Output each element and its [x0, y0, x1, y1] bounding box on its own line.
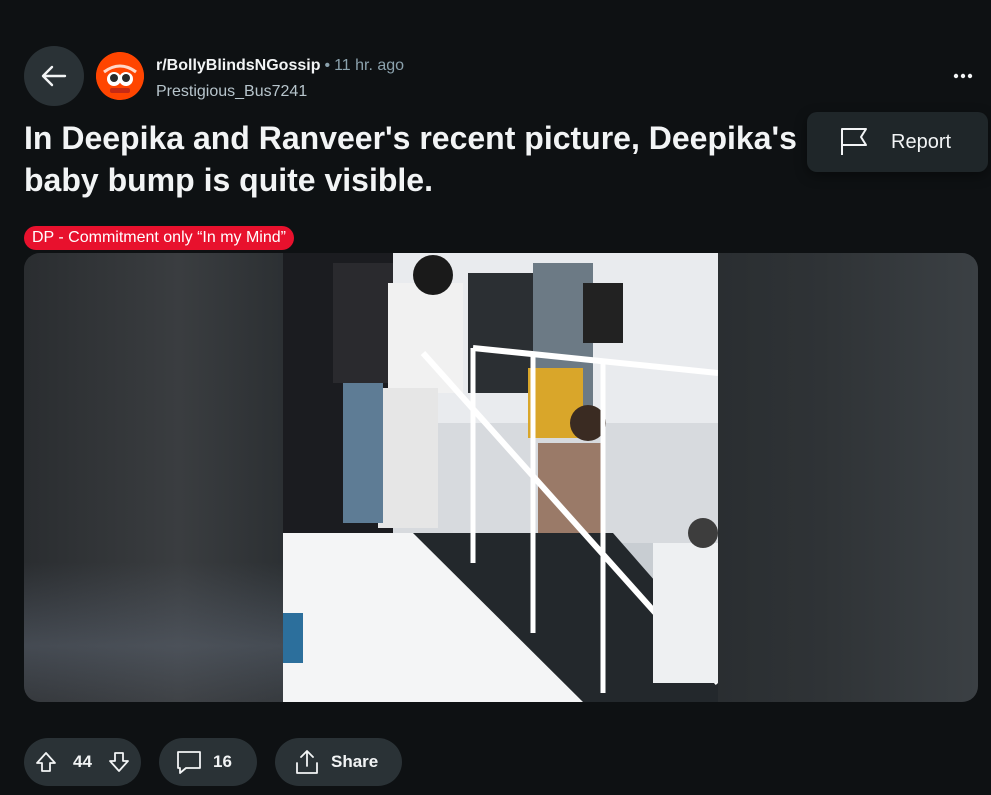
comment-count: 16	[213, 752, 232, 771]
arrow-up-icon	[36, 752, 56, 772]
post-meta: r/BollyBlindsNGossip • 11 hr. ago Prestigi…	[156, 54, 404, 104]
share-icon	[293, 748, 321, 776]
more-options-button[interactable]	[947, 60, 979, 92]
media-blur-left	[24, 253, 283, 702]
post-flair[interactable]: DP - Commitment only “In my Mind”	[24, 226, 294, 250]
vote-control: 44	[24, 738, 141, 786]
ellipsis-icon	[953, 73, 973, 79]
ferry-photo-illustration	[283, 253, 721, 702]
post-image[interactable]	[283, 253, 721, 702]
speech-bubble-icon	[175, 748, 203, 776]
share-label: Share	[331, 752, 379, 771]
downvote-button[interactable]	[107, 750, 131, 774]
comments-button[interactable]: 16	[159, 738, 257, 786]
flag-icon	[839, 127, 871, 157]
back-button[interactable]	[24, 46, 84, 106]
post-time: 11 hr. ago	[334, 57, 405, 74]
meta-separator: •	[324, 57, 331, 74]
subreddit-logo-icon	[96, 52, 144, 100]
subreddit-avatar[interactable]	[96, 52, 144, 100]
upvote-button[interactable]	[34, 750, 58, 774]
vote-count: 44	[73, 752, 92, 771]
subreddit-name-link[interactable]: r/BollyBlindsNGossip	[156, 57, 320, 74]
post-media[interactable]	[24, 253, 978, 702]
media-blur-right	[718, 253, 978, 702]
report-menu-item[interactable]: Report	[807, 112, 988, 172]
author-username-link[interactable]: Prestigious_Bus7241	[156, 80, 404, 104]
arrow-left-icon	[38, 60, 70, 92]
post-title: In Deepika and Ranveer's recent picture,…	[24, 120, 797, 198]
share-button[interactable]: Share	[275, 738, 402, 786]
arrow-down-icon	[109, 752, 129, 772]
report-label: Report	[891, 130, 952, 153]
